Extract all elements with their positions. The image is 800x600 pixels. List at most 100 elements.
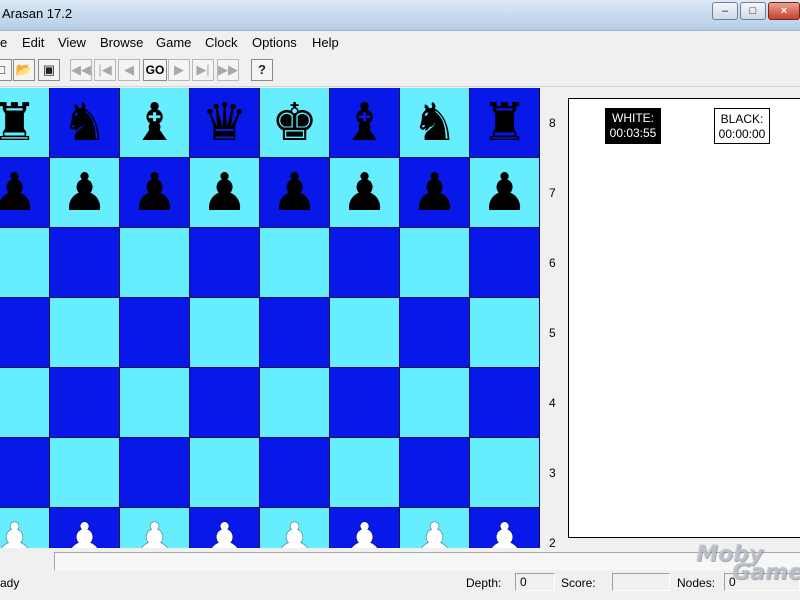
first-move-icon[interactable]: ◀◀	[70, 59, 92, 81]
black-knight-icon[interactable]: ♞	[411, 97, 458, 149]
black-rook-icon[interactable]: ♜	[481, 97, 528, 149]
square-h8[interactable]: ♜	[470, 88, 540, 158]
new-icon[interactable]: □	[0, 59, 12, 81]
square-d5[interactable]	[190, 298, 260, 368]
step-back-icon[interactable]: ◀	[118, 59, 140, 81]
square-f3[interactable]	[330, 438, 400, 508]
menu-game[interactable]: Game	[156, 35, 191, 50]
square-g7[interactable]: ♟	[400, 158, 470, 228]
square-f4[interactable]	[330, 368, 400, 438]
black-pawn-icon[interactable]: ♟	[0, 167, 38, 219]
white-pawn-icon[interactable]: ♟	[131, 517, 178, 549]
square-a2[interactable]: ♟	[0, 508, 50, 548]
square-g4[interactable]	[400, 368, 470, 438]
white-pawn-icon[interactable]: ♟	[411, 517, 458, 549]
square-c5[interactable]	[120, 298, 190, 368]
square-f5[interactable]	[330, 298, 400, 368]
square-d3[interactable]	[190, 438, 260, 508]
black-pawn-icon[interactable]: ♟	[271, 167, 318, 219]
square-b5[interactable]	[50, 298, 120, 368]
square-h7[interactable]: ♟	[470, 158, 540, 228]
square-b7[interactable]: ♟	[50, 158, 120, 228]
square-g6[interactable]	[400, 228, 470, 298]
white-pawn-icon[interactable]: ♟	[341, 517, 388, 549]
black-king-icon[interactable]: ♚	[271, 97, 318, 149]
menu-clock[interactable]: Clock	[205, 35, 238, 50]
square-c2[interactable]: ♟	[120, 508, 190, 548]
open-icon[interactable]: 📂	[13, 59, 35, 81]
maximize-button[interactable]: □	[740, 2, 766, 20]
square-g5[interactable]	[400, 298, 470, 368]
square-e2[interactable]: ♟	[260, 508, 330, 548]
black-queen-icon[interactable]: ♛	[201, 97, 248, 149]
square-c8[interactable]: ♝	[120, 88, 190, 158]
square-e3[interactable]	[260, 438, 330, 508]
forward-move-icon[interactable]: ▶|	[192, 59, 214, 81]
square-c6[interactable]	[120, 228, 190, 298]
square-b8[interactable]: ♞	[50, 88, 120, 158]
square-d6[interactable]	[190, 228, 260, 298]
black-pawn-icon[interactable]: ♟	[341, 167, 388, 219]
step-forward-icon[interactable]: ▶	[168, 59, 190, 81]
square-h6[interactable]	[470, 228, 540, 298]
square-d8[interactable]: ♛	[190, 88, 260, 158]
black-bishop-icon[interactable]: ♝	[341, 97, 388, 149]
close-button[interactable]: ×	[768, 2, 800, 20]
black-pawn-icon[interactable]: ♟	[201, 167, 248, 219]
square-b6[interactable]	[50, 228, 120, 298]
square-e6[interactable]	[260, 228, 330, 298]
square-h3[interactable]	[470, 438, 540, 508]
square-e8[interactable]: ♚	[260, 88, 330, 158]
square-d2[interactable]: ♟	[190, 508, 260, 548]
black-knight-icon[interactable]: ♞	[61, 97, 108, 149]
go-button[interactable]: GO	[143, 59, 167, 81]
square-e5[interactable]	[260, 298, 330, 368]
horizontal-scrollbar[interactable]	[54, 552, 800, 570]
square-a8[interactable]: ♜	[0, 88, 50, 158]
back-move-icon[interactable]: |◀	[94, 59, 116, 81]
square-f7[interactable]: ♟	[330, 158, 400, 228]
white-pawn-icon[interactable]: ♟	[61, 517, 108, 549]
last-move-icon[interactable]: ▶▶	[217, 59, 239, 81]
white-pawn-icon[interactable]: ♟	[481, 517, 528, 549]
black-bishop-icon[interactable]: ♝	[131, 97, 178, 149]
square-d7[interactable]: ♟	[190, 158, 260, 228]
square-c3[interactable]	[120, 438, 190, 508]
white-pawn-icon[interactable]: ♟	[271, 517, 318, 549]
square-g3[interactable]	[400, 438, 470, 508]
square-f6[interactable]	[330, 228, 400, 298]
square-a4[interactable]	[0, 368, 50, 438]
square-h5[interactable]	[470, 298, 540, 368]
black-pawn-icon[interactable]: ♟	[481, 167, 528, 219]
menu-help[interactable]: Help	[312, 35, 339, 50]
menu-browse[interactable]: Browse	[100, 35, 143, 50]
black-pawn-icon[interactable]: ♟	[411, 167, 458, 219]
square-a7[interactable]: ♟	[0, 158, 50, 228]
menu-edit[interactable]: Edit	[22, 35, 44, 50]
square-e4[interactable]	[260, 368, 330, 438]
square-a3[interactable]	[0, 438, 50, 508]
white-pawn-icon[interactable]: ♟	[0, 517, 38, 549]
square-e7[interactable]: ♟	[260, 158, 330, 228]
menu-options[interactable]: Options	[252, 35, 297, 50]
square-c4[interactable]	[120, 368, 190, 438]
square-c7[interactable]: ♟	[120, 158, 190, 228]
square-f8[interactable]: ♝	[330, 88, 400, 158]
square-h2[interactable]: ♟	[470, 508, 540, 548]
square-d4[interactable]	[190, 368, 260, 438]
square-a6[interactable]	[0, 228, 50, 298]
square-g8[interactable]: ♞	[400, 88, 470, 158]
square-a5[interactable]	[0, 298, 50, 368]
black-pawn-icon[interactable]: ♟	[131, 167, 178, 219]
minimize-button[interactable]: –	[712, 2, 738, 20]
square-h4[interactable]	[470, 368, 540, 438]
menu-file[interactable]: e	[0, 35, 7, 50]
square-f2[interactable]: ♟	[330, 508, 400, 548]
save-icon[interactable]: ▣	[38, 59, 60, 81]
square-g2[interactable]: ♟	[400, 508, 470, 548]
square-b4[interactable]	[50, 368, 120, 438]
menu-view[interactable]: View	[58, 35, 86, 50]
black-pawn-icon[interactable]: ♟	[61, 167, 108, 219]
white-pawn-icon[interactable]: ♟	[201, 517, 248, 549]
help-icon[interactable]: ?	[251, 59, 273, 81]
